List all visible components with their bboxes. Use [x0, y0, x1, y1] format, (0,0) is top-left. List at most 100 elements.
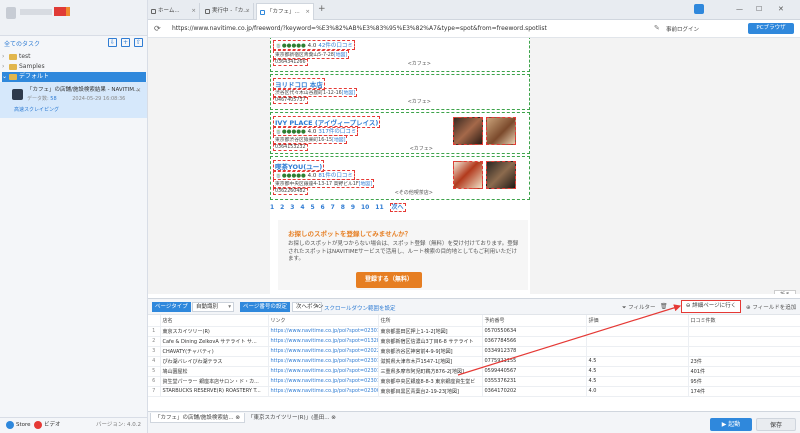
table-cell[interactable]: https://www.navitime.co.jp/poi?spot=0230…	[268, 356, 379, 367]
close-icon[interactable]: ×	[191, 3, 196, 20]
page-link[interactable]: 4	[300, 204, 304, 211]
table-cell[interactable]: 0367784566	[482, 336, 587, 347]
spot-item[interactable]: IVY PLACE (アイヴィープレイス) 🍵●●●●● 4.0 317件の口コミ…	[270, 112, 530, 154]
page-link[interactable]: 1	[270, 204, 274, 211]
table-cell[interactable]: 4.5	[586, 366, 689, 377]
table-row[interactable]: 5 鳩山園屋松 https://www.navitime.co.jp/poi?spo…	[148, 366, 800, 377]
spot-item[interactable]: 喫茶YOU(ユー) 🍵●●●●● 4.0 81件の口コミ 東京都中央区銀座4-13…	[270, 156, 530, 200]
table-cell[interactable]: 4.5	[586, 376, 689, 387]
table-cell[interactable]: 3	[148, 346, 161, 357]
map-link[interactable]: [地図]	[334, 53, 347, 58]
page-link[interactable]: 7	[331, 204, 335, 211]
folder-default[interactable]: ⌄ デフォルト	[2, 72, 146, 82]
table-row[interactable]: 6 資生堂パーラー 銀座本店サロン・ド・カ... https://www.navit…	[148, 376, 800, 387]
pc-browser-button[interactable]: PCブラウザ	[748, 23, 794, 34]
next-page-link[interactable]: 次へ	[389, 203, 406, 212]
table-cell[interactable]: 資生堂パーラー 銀座本店サロン・ド・カ...	[160, 376, 269, 387]
table-cell[interactable]: STARBUCKS RESERVE(R) ROASTERY T...	[160, 386, 269, 397]
table-cell[interactable]: 401件	[688, 366, 800, 377]
new-folder-icon[interactable]: +	[121, 38, 130, 47]
table-cell[interactable]	[586, 326, 689, 337]
table-cell[interactable]: 三重県多摩市阿児町鵜方876-2[地図]	[378, 366, 483, 377]
table-cell[interactable]: 東京都墨田区押上1-1-2[地図]	[378, 326, 483, 337]
table-cell[interactable]: 2	[148, 336, 161, 347]
close-icon[interactable]: ✕	[136, 87, 141, 94]
close-icon[interactable]: ⊗	[331, 415, 336, 421]
table-cell[interactable]: 東京スカイツリー(R)	[160, 326, 269, 337]
page-link[interactable]: 5	[310, 204, 314, 211]
table-cell[interactable]: 0364170202	[482, 386, 587, 397]
register-button[interactable]: 登録する（無料）	[356, 272, 422, 288]
result-tab[interactable]: 「東京スカイツリー(R)」(墨田... ⊗	[244, 413, 340, 423]
close-icon[interactable]: ⊗	[235, 415, 240, 421]
start-button[interactable]: ▶ 起動	[710, 418, 752, 431]
page-link[interactable]: 2	[280, 204, 284, 211]
page-link[interactable]: 11	[375, 204, 383, 211]
column-header[interactable]: 店名	[160, 315, 269, 327]
table-row[interactable]: 1 東京スカイツリー(R) https://www.navitime.co.jp/p…	[148, 326, 800, 337]
tab-running[interactable]: 実行中 -「カ... ×	[202, 3, 254, 20]
collapse-button[interactable]: 折る	[774, 290, 796, 294]
minimize-icon[interactable]: —	[736, 5, 743, 13]
table-cell[interactable]: 東京都中央区銀座8-8-3 東京銀座資生堂ビ	[378, 376, 483, 387]
spot-item[interactable]: 🍵●●●●● 4.0 42件の口コミ 東京都新宿区青葉山5-7-28[地図] 03…	[270, 38, 530, 72]
go-to-detail-page-button[interactable]: ⊖ 詳細ページに行く	[681, 300, 741, 313]
table-cell[interactable]: 6	[148, 376, 161, 387]
page-link[interactable]: 3	[290, 204, 294, 211]
table-cell[interactable]: 5	[148, 366, 161, 377]
table-cell[interactable]: https://www.navitime.co.jp/poi?spot=0132…	[268, 336, 379, 347]
page-link[interactable]: 6	[321, 204, 325, 211]
store-link[interactable]: Store	[6, 418, 31, 433]
table-cell[interactable]: 0355376231	[482, 376, 587, 387]
spot-photo[interactable]	[486, 161, 516, 189]
column-header[interactable]: リンク	[268, 315, 379, 327]
table-row[interactable]: 2 Cafe & Dining ZelkovA サテライト サ... https:/…	[148, 336, 800, 347]
scroll-range-link[interactable]: スクロールダウン範囲を設定	[324, 304, 396, 312]
column-header[interactable]: 評価	[586, 315, 689, 327]
page-type-select[interactable]: 自動識別 ▾	[192, 302, 234, 312]
pre-login-button[interactable]: 事前ログイン	[666, 25, 699, 33]
table-cell[interactable]: 滋賀県大津市木戸1547-1[地図]	[378, 356, 483, 367]
table-cell[interactable]: 東京都渋谷区神宮前4-9-9[地図]	[378, 346, 483, 357]
folder-samples[interactable]: › Samples	[2, 62, 146, 72]
url-field[interactable]: https://www.navitime.co.jp/freeword/?key…	[172, 25, 547, 32]
table-cell[interactable]: https://www.navitime.co.jp/poi?spot=0230…	[268, 386, 379, 397]
column-header[interactable]: 住所	[378, 315, 483, 327]
column-header[interactable]: 予約番号	[482, 315, 587, 327]
table-cell[interactable]	[586, 336, 689, 347]
spot-photo[interactable]	[453, 161, 483, 189]
column-header[interactable]: 口コミ件数	[688, 315, 800, 327]
tab-current[interactable]: 「カフェ」... ×	[256, 3, 314, 20]
table-cell[interactable]: 東京都新宿区信濃山3丁目6-8 サテライト	[378, 336, 483, 347]
table-cell[interactable]: 鳩山園屋松	[160, 366, 269, 377]
close-icon[interactable]: ✕	[778, 5, 784, 13]
table-cell[interactable]: CHAVATY(チャバティ)	[160, 346, 269, 357]
map-link[interactable]: [地図]	[332, 138, 345, 143]
table-cell[interactable]: ぴわ湖バレイびわ湖テラス	[160, 356, 269, 367]
table-row[interactable]: 7 STARBUCKS RESERVE(R) ROASTERY T... https…	[148, 386, 800, 397]
table-cell[interactable]: https://www.navitime.co.jp/poi?spot=0230…	[268, 366, 379, 377]
settings-icon[interactable]	[694, 4, 704, 14]
close-icon[interactable]: ×	[245, 3, 250, 20]
map-link[interactable]: [地図]	[359, 182, 372, 187]
table-cell[interactable]: 1	[148, 326, 161, 337]
table-cell[interactable]: 東京都目黒区青葉台2-19-23[地図]	[378, 386, 483, 397]
folder-test[interactable]: › test	[2, 52, 146, 62]
column-header[interactable]	[148, 315, 161, 327]
edit-icon[interactable]: ✎	[654, 24, 660, 32]
page-link[interactable]: 8	[341, 204, 345, 211]
refresh-icon[interactable]: ⟳	[154, 24, 161, 33]
table-cell[interactable]	[586, 346, 689, 357]
table-cell[interactable]: 0599440567	[482, 366, 587, 377]
task-card[interactable]: 「カフェ」の店舗/施設検索結果 - NAVITIM... データ数: 58 20…	[0, 82, 147, 118]
table-cell[interactable]: 95件	[688, 376, 800, 387]
page-link[interactable]: 9	[351, 204, 355, 211]
page-link[interactable]: 10	[361, 204, 369, 211]
tab-home[interactable]: ホーム... ×	[148, 3, 200, 20]
table-cell[interactable]: 4.0	[586, 386, 689, 397]
table-cell[interactable]: 4.5	[586, 356, 689, 367]
avatar[interactable]	[6, 7, 16, 19]
maximize-icon[interactable]: ☐	[756, 5, 762, 13]
close-icon[interactable]: ×	[305, 4, 310, 20]
table-cell[interactable]: 4	[148, 356, 161, 367]
